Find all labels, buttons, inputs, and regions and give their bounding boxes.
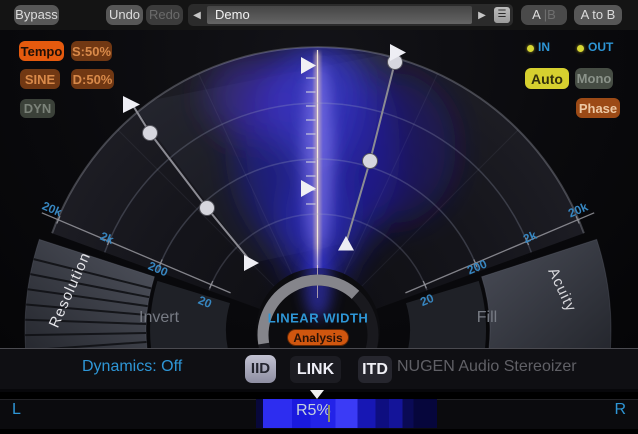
preset-next-icon[interactable]: ▶ [473,10,491,21]
tempo-button[interactable]: Tempo [19,41,64,61]
ab-b-label: B [547,7,556,22]
link-button[interactable]: LINK [290,356,341,383]
preset-name[interactable]: Demo [207,6,472,24]
sine-button[interactable]: SINE [20,69,60,89]
sync-amount-button[interactable]: S:50% [71,41,112,61]
pan-needle [328,405,330,422]
ab-a-label: A [532,7,540,22]
pan-value: R5% [296,402,331,420]
stereo-field-display: Tempo S:50% SINE D:50% DYN IN OUT Auto M… [0,30,638,348]
pan-marker-icon[interactable] [310,390,324,399]
mono-button[interactable]: Mono [575,68,613,89]
status-bar: Dynamics: Off IID LINK ITD NUGEN Audio S… [0,348,638,389]
preset-selector[interactable]: ◀ Demo ▶ ☰ [188,4,513,26]
a-to-b-button[interactable]: A to B [574,5,622,25]
left-handle-dot[interactable] [200,201,215,216]
pan-meter-level [256,399,437,428]
analysis-button[interactable]: Analysis [287,329,349,346]
preset-prev-icon[interactable]: ◀ [188,10,206,21]
top-toolbar: Bypass Undo Redo ◀ Demo ▶ ☰ A |B A to B [0,0,638,32]
stereoizer-window: Bypass Undo Redo ◀ Demo ▶ ☰ A |B A to B [0,0,638,434]
in-led [527,45,534,52]
dynamics-status[interactable]: Dynamics: Off [82,358,182,376]
pan-right-label: R [614,401,626,419]
redo-button[interactable]: Redo [146,5,183,25]
in-label: IN [538,40,550,54]
phase-button[interactable]: Phase [576,98,620,118]
preset-menu-icon[interactable]: ☰ [494,7,510,23]
width-mode-label: LINEAR WIDTH [268,311,369,326]
left-handle-dot[interactable] [143,126,158,141]
left-outer-marker[interactable] [123,96,140,113]
iid-button[interactable]: IID [245,355,276,383]
itd-button[interactable]: ITD [358,356,392,383]
auto-button[interactable]: Auto [525,68,569,89]
right-handle-dot[interactable] [363,154,378,169]
out-led [577,45,584,52]
invert-button[interactable]: Invert [139,309,179,327]
brand-label: NUGEN Audio Stereoizer [397,358,577,376]
fill-button[interactable]: Fill [477,309,497,327]
bypass-button[interactable]: Bypass [14,5,59,25]
out-label: OUT [588,40,613,54]
undo-button[interactable]: Undo [106,5,143,25]
dyn-button[interactable]: DYN [20,99,55,118]
pan-meter-bar: L R R5% [0,392,638,434]
pan-left-label: L [12,401,21,419]
ab-compare-button[interactable]: A |B [521,5,567,25]
depth-amount-button[interactable]: D:50% [71,69,114,89]
